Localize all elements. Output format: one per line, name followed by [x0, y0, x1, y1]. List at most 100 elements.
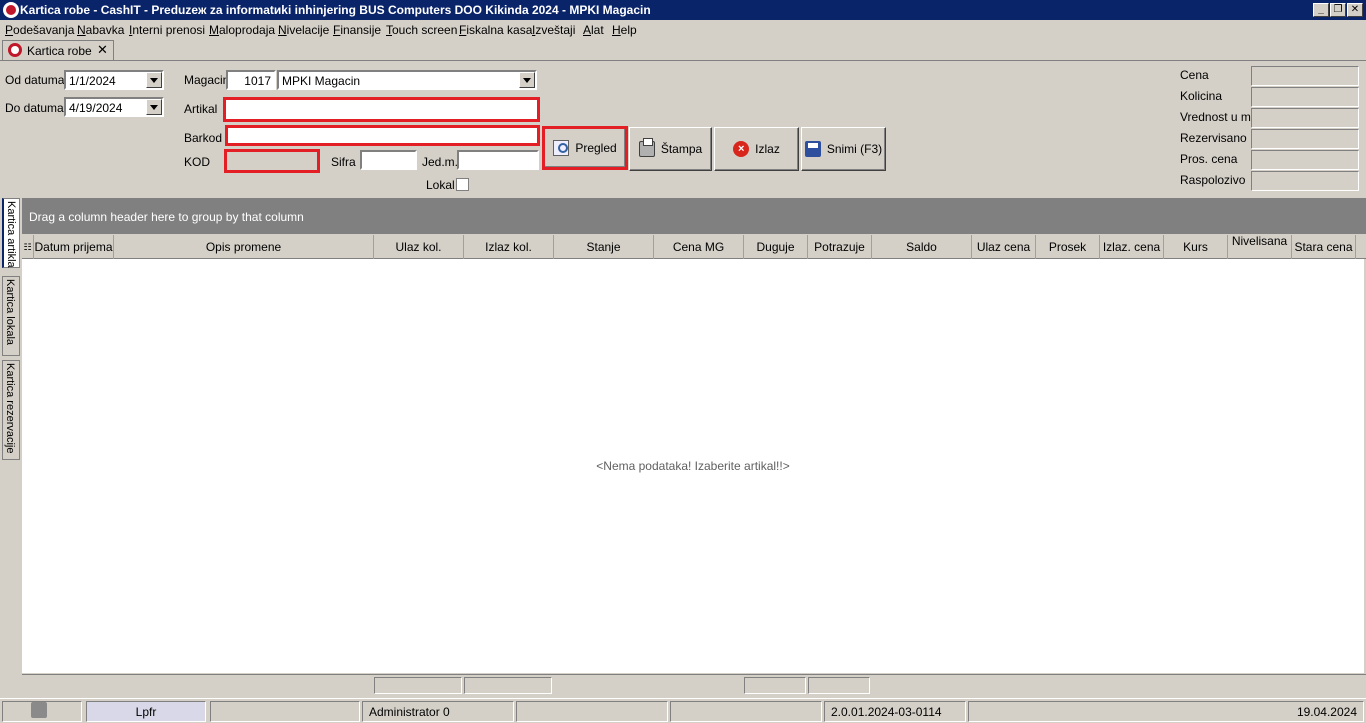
pros-cena-label: Pros. cena [1180, 152, 1238, 166]
do-datuma-field[interactable]: 4/19/2024 [64, 97, 164, 117]
status-lpfr: Lpfr [86, 701, 206, 722]
izlaz-label: Izlaz [755, 142, 780, 156]
col-ulaz-kol[interactable]: Ulaz kol. [374, 235, 464, 259]
col-stara-cena[interactable]: Stara cena [1292, 235, 1356, 259]
raspolozivo-label: Raspolozivo [1180, 173, 1246, 187]
menu-alat[interactable]: Alat [583, 23, 604, 37]
footer-izlaz-kol [464, 677, 552, 694]
side-tab-kartica-rezervacije[interactable]: Kartica rezervacije [2, 360, 20, 460]
status-version: 2.0.01.2024-03-0114 [824, 701, 966, 722]
col-datum-prijema[interactable]: Datum prijema [34, 235, 114, 259]
status-empty-3 [670, 701, 822, 722]
restore-button[interactable]: ❐ [1330, 3, 1346, 17]
col-izlaz-cena[interactable]: Izlaz. cena [1100, 235, 1164, 259]
col-kurs[interactable]: Kurs [1164, 235, 1228, 259]
stampa-label: Štampa [660, 142, 703, 156]
tab-label: Kartica robe [27, 44, 92, 58]
pregled-button[interactable]: Pregled [542, 126, 628, 170]
magacin-dropdown-icon[interactable] [519, 72, 535, 88]
col-izlaz-kol[interactable]: Izlaz kol. [464, 235, 554, 259]
od-datuma-label: Od datuma [5, 73, 65, 87]
menu-maloprodaja[interactable]: Maloprodaja [209, 23, 275, 37]
kod-field[interactable] [224, 149, 320, 173]
izlaz-button[interactable]: × Izlaz [714, 127, 799, 171]
kod-label: KOD [184, 155, 211, 169]
col-opis-promene[interactable]: Opis promene [114, 235, 374, 259]
minimize-button[interactable]: _ [1313, 3, 1329, 17]
menu-bar: Podešavanja Nabavka Interni prenosi Malo… [0, 20, 1366, 40]
status-empty-2 [516, 701, 668, 722]
od-datuma-dropdown-icon[interactable] [146, 72, 162, 88]
od-datuma-field[interactable]: 1/1/2024 [64, 70, 164, 90]
col-cena-mg[interactable]: Cena MG [654, 235, 744, 259]
status-date: 19.04.2024 [968, 701, 1364, 722]
menu-fiskalna-kasa[interactable]: Fiskalna kasa [459, 23, 532, 37]
footer-duguje [744, 677, 806, 694]
do-datuma-value: 4/19/2024 [69, 101, 123, 115]
menu-podesavanja[interactable]: Podešavanja [5, 23, 74, 37]
column-chooser-icon[interactable]: ☷ [22, 235, 34, 259]
kolicina-label: Kolicina [1180, 89, 1223, 103]
magacin-name-value: MPKI Magacin [282, 74, 361, 88]
side-tab-label: Kartica rezervacije [4, 363, 16, 454]
menu-izvestaji[interactable]: Izveštaji [532, 23, 575, 37]
status-empty-1 [210, 701, 360, 722]
side-tabs: Kartica artikla Kartica lokala Kartica r… [0, 196, 22, 696]
menu-touch-screen[interactable]: Touch screen [386, 23, 457, 37]
col-potrazuje[interactable]: Potrazuje [808, 235, 872, 259]
col-stanje[interactable]: Stanje [554, 235, 654, 259]
status-connection [2, 701, 82, 722]
vrednost-label: Vrednost u mg [1180, 110, 1258, 124]
sifra-field[interactable] [360, 150, 417, 170]
col-ulaz-cena[interactable]: Ulaz cena [972, 235, 1036, 259]
magacin-code-field[interactable]: 1017 [226, 70, 276, 90]
barkod-label: Barkod [184, 131, 223, 145]
tab-kartica-robe[interactable]: Kartica robe ✕ [2, 40, 114, 60]
lokal-checkbox[interactable] [456, 178, 469, 191]
close-window-button[interactable]: ✕ [1347, 3, 1363, 17]
group-by-panel[interactable]: Drag a column header here to group by th… [22, 198, 1366, 234]
stampa-button[interactable]: Štampa [629, 127, 712, 171]
artikal-label: Artikal [184, 102, 218, 116]
printer-icon [638, 138, 655, 157]
barkod-input[interactable] [225, 125, 540, 146]
side-tab-label: Kartica artikla [5, 201, 17, 268]
rezervisano-label: Rezervisano [1180, 131, 1247, 145]
col-prosek[interactable]: Prosek [1036, 235, 1100, 259]
col-duguje[interactable]: Duguje [744, 235, 808, 259]
status-bar: Lpfr Administrator 0 2.0.01.2024-03-0114… [0, 698, 1366, 723]
artikal-input[interactable] [223, 97, 540, 122]
window-title: Kartica robe - CashIT - Preduzeж za info… [20, 3, 651, 17]
status-user: Administrator 0 [362, 701, 514, 722]
pros-cena-value [1251, 150, 1359, 170]
menu-nabavka[interactable]: Nabavka [77, 23, 124, 37]
side-tab-kartica-artikla[interactable]: Kartica artikla [2, 198, 20, 268]
network-icon [31, 702, 47, 718]
pregled-label: Pregled [575, 141, 617, 155]
do-datuma-label: Do datuma [5, 101, 64, 115]
menu-finansije[interactable]: Finansije [333, 23, 381, 37]
app-logo-icon [8, 43, 22, 57]
lokal-label: Lokal [426, 178, 455, 192]
magacin-select[interactable]: MPKI Magacin [277, 70, 537, 90]
menu-nivelacije[interactable]: Nivelacije [278, 23, 329, 37]
raspolozivo-value [1251, 171, 1359, 191]
snimi-button[interactable]: Snimi (F3) [801, 127, 886, 171]
side-tab-kartica-lokala[interactable]: Kartica lokala [2, 276, 20, 356]
grid-header: ☷ Datum prijema Opis promene Ulaz kol. I… [22, 235, 1366, 259]
col-nivelisana[interactable]: Nivelisana [1228, 235, 1292, 259]
save-icon [804, 141, 821, 157]
col-saldo[interactable]: Saldo [872, 235, 972, 259]
jedm-label: Jed.m. [422, 155, 459, 169]
title-bar: Kartica robe - CashIT - Preduzeж za info… [0, 0, 1366, 20]
menu-help[interactable]: Help [612, 23, 637, 37]
close-tab-icon[interactable]: ✕ [97, 42, 108, 58]
menu-interni-prenosi[interactable]: Interni prenosi [129, 23, 205, 37]
grid-body[interactable]: <Nema podataka! Izaberite artikal!!> [22, 259, 1364, 673]
snimi-label: Snimi (F3) [826, 142, 883, 156]
vrednost-value [1251, 108, 1359, 128]
jedm-field[interactable] [457, 150, 539, 170]
footer-ulaz-kol [374, 677, 462, 694]
do-datuma-dropdown-icon[interactable] [146, 99, 162, 115]
od-datuma-value: 1/1/2024 [69, 74, 116, 88]
